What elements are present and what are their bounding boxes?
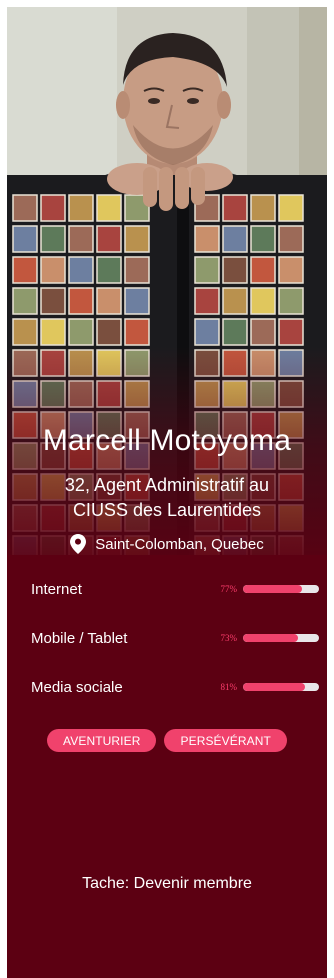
skill-bar-fill — [243, 585, 302, 593]
skill-bar — [243, 585, 319, 593]
skill-bar-fill — [243, 683, 305, 691]
persona-name: Marcell Motoyoma — [42, 424, 292, 457]
skill-label: Media sociale — [31, 678, 123, 696]
skill-percent: 81% — [220, 682, 238, 692]
persona-location: Saint-Colomban, Quebec — [7, 534, 327, 554]
skill-percent: 77% — [220, 584, 238, 594]
persona-role-line2: CIUSS des Laurentides — [72, 500, 262, 520]
skill-bar — [243, 634, 319, 642]
persona-task: Tache: Devenir membre — [82, 875, 252, 892]
skill-percent: 73% — [220, 633, 238, 643]
skills-list: Internet 77% Mobile / Tablet 73% Media s… — [31, 577, 321, 724]
skill-label: Mobile / Tablet — [31, 629, 128, 647]
trait-tags: AVENTURIER PERSÉVÉRANT — [7, 729, 327, 752]
skill-row-mobile-tablet: Mobile / Tablet 73% — [31, 626, 321, 650]
persona-card: Marcell Motoyoma 32, Agent Administratif… — [7, 7, 327, 978]
location-pin-icon — [70, 534, 87, 554]
skill-bar — [243, 683, 319, 691]
persona-role-line1: 32, Agent Administratif au — [64, 475, 270, 495]
persona-role: 32, Agent Administratif au CIUSS des Lau… — [7, 473, 327, 523]
trait-tag-perseverant[interactable]: PERSÉVÉRANT — [164, 729, 287, 752]
skill-label: Internet — [31, 580, 82, 598]
skill-row-media-sociale: Media sociale 81% — [31, 675, 321, 699]
skill-bar-fill — [243, 634, 299, 642]
location-text: Saint-Colomban, Quebec — [95, 535, 264, 553]
trait-tag-aventurier[interactable]: AVENTURIER — [47, 729, 157, 752]
skill-row-internet: Internet 77% — [31, 577, 321, 601]
